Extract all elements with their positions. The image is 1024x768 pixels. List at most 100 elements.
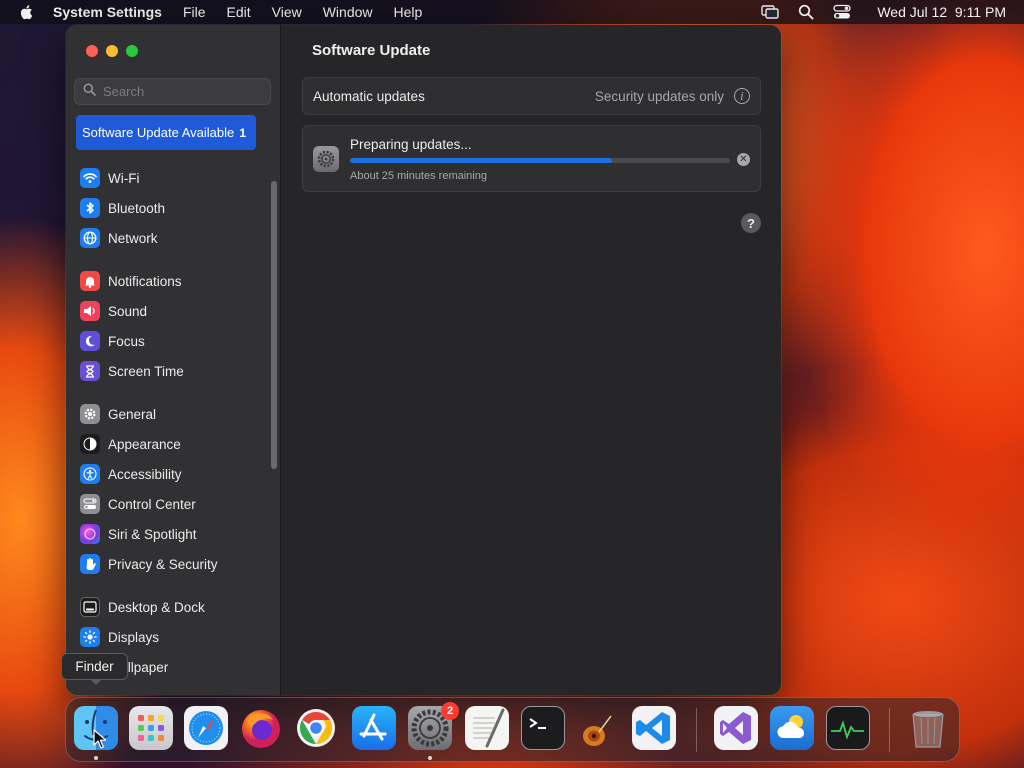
sidebar-item-general[interactable]: General <box>80 402 156 426</box>
apple-logo-icon[interactable] <box>18 3 36 21</box>
close-window-button[interactable] <box>86 45 98 57</box>
sidebar: Software Update Available 1 Wi-Fi Blueto… <box>66 25 281 695</box>
system-settings-gear-icon <box>313 146 339 172</box>
sidebar-item-label: Displays <box>108 629 160 645</box>
running-indicator <box>428 756 432 760</box>
sidebar-item-label: Wi-Fi <box>108 170 140 186</box>
moon-icon <box>80 331 100 351</box>
sidebar-item-notifications[interactable]: Notifications <box>80 269 182 293</box>
sidebar-item-label: General <box>108 406 157 422</box>
globe-icon <box>80 228 100 248</box>
sidebar-item-network[interactable]: Network <box>80 226 158 250</box>
hourglass-icon <box>80 361 100 381</box>
menu-clock[interactable]: Wed Jul 12 9:11 PM <box>877 4 1006 20</box>
control-center-icon[interactable] <box>833 4 851 20</box>
automatic-updates-value: Security updates only <box>594 88 724 104</box>
sidebar-item-label: Privacy & Security <box>108 556 218 572</box>
sidebar-item-label: Focus <box>108 333 145 349</box>
menu-window[interactable]: Window <box>323 4 373 20</box>
sidebar-item-label: Siri & Spotlight <box>108 526 197 542</box>
page-title: Software Update <box>312 42 431 59</box>
search-input[interactable] <box>103 84 263 99</box>
sidebar-item-control-center[interactable]: Control Center <box>80 492 196 516</box>
progress-fill <box>350 158 613 163</box>
sidebar-item-label: Software Update Available <box>82 124 235 140</box>
sidebar-item-label: Bluetooth <box>108 200 166 216</box>
activity-monitor-icon[interactable] <box>826 706 870 750</box>
garageband-icon[interactable] <box>577 706 621 750</box>
launchpad-icon[interactable] <box>129 706 173 750</box>
screen-mirroring-icon[interactable] <box>761 4 780 20</box>
search-icon <box>83 83 96 101</box>
visual-studio-icon[interactable] <box>714 706 758 750</box>
sidebar-item-label: Notifications <box>108 273 182 289</box>
system-settings-window: Software Update Available 1 Wi-Fi Blueto… <box>66 25 781 695</box>
control-center-icon <box>80 494 100 514</box>
siri-icon <box>80 524 100 544</box>
progress-title: Preparing updates... <box>350 137 472 152</box>
trash-icon[interactable] <box>906 706 950 750</box>
wifi-icon <box>80 168 100 188</box>
menu-bar: System Settings File Edit View Window He… <box>0 0 1024 24</box>
textedit-icon[interactable] <box>465 706 509 750</box>
update-progress-card: Preparing updates... About 25 minutes re… <box>302 125 761 192</box>
update-progress-bar <box>350 158 730 163</box>
automatic-updates-row: Automatic updates Security updates only … <box>302 77 761 115</box>
bluetooth-icon <box>80 198 100 218</box>
spotlight-search-icon[interactable] <box>797 4 815 20</box>
sidebar-item-desktop-dock[interactable]: Desktop & Dock <box>80 595 205 619</box>
app-store-icon[interactable] <box>352 706 396 750</box>
notification-badge: 2 <box>441 702 459 720</box>
automatic-updates-label: Automatic updates <box>313 88 425 104</box>
chrome-icon[interactable] <box>294 706 338 750</box>
zoom-window-button[interactable] <box>126 45 138 57</box>
sidebar-scrollbar[interactable] <box>271 181 277 469</box>
vscode-icon[interactable] <box>632 706 676 750</box>
sidebar-item-siri-spotlight[interactable]: Siri & Spotlight <box>80 522 197 546</box>
sidebar-item-wifi[interactable]: Wi-Fi <box>80 166 139 190</box>
sidebar-item-bluetooth[interactable]: Bluetooth <box>80 196 165 220</box>
sidebar-item-label: Screen Time <box>108 363 184 379</box>
terminal-icon[interactable] <box>521 706 565 750</box>
menu-edit[interactable]: Edit <box>227 4 251 20</box>
mouse-cursor-icon <box>93 729 107 754</box>
sidebar-item-label: Desktop & Dock <box>108 599 205 615</box>
running-indicator <box>94 756 98 760</box>
accessibility-icon <box>80 464 100 484</box>
sidebar-item-sound[interactable]: Sound <box>80 299 147 323</box>
update-count-badge: 1 <box>239 125 246 140</box>
weather-icon[interactable] <box>770 706 814 750</box>
sidebar-item-focus[interactable]: Focus <box>80 329 145 353</box>
sidebar-item-screen-time[interactable]: Screen Time <box>80 359 184 383</box>
sidebar-item-accessibility[interactable]: Accessibility <box>80 462 182 486</box>
help-button[interactable]: ? <box>741 213 761 233</box>
close-circle-icon[interactable]: ✕ <box>737 153 750 166</box>
info-icon[interactable]: i <box>734 88 750 104</box>
dock-separator <box>696 708 697 752</box>
traffic-lights <box>86 45 138 57</box>
sidebar-item-appearance[interactable]: Appearance <box>80 432 181 456</box>
hand-icon <box>80 554 100 574</box>
search-field[interactable] <box>74 78 271 105</box>
sidebar-item-label: Control Center <box>108 496 196 512</box>
dock-tooltip: Finder <box>61 653 128 685</box>
menu-file[interactable]: File <box>183 4 206 20</box>
menu-view[interactable]: View <box>272 4 302 20</box>
app-menu[interactable]: System Settings <box>53 4 162 20</box>
gear-icon <box>80 404 100 424</box>
sidebar-item-label: Network <box>108 230 158 246</box>
minimize-window-button[interactable] <box>106 45 118 57</box>
firefox-icon[interactable] <box>239 706 283 750</box>
sidebar-item-label: Sound <box>108 303 148 319</box>
sidebar-item-privacy-security[interactable]: Privacy & Security <box>80 552 218 576</box>
sidebar-item-displays[interactable]: Displays <box>80 625 159 649</box>
bell-icon <box>80 271 100 291</box>
dock: 2 <box>65 697 960 762</box>
progress-subtitle: About 25 minutes remaining <box>350 170 487 182</box>
speaker-icon <box>80 301 100 321</box>
safari-icon[interactable] <box>184 706 228 750</box>
menu-help[interactable]: Help <box>394 4 423 20</box>
sidebar-item-software-update[interactable]: Software Update Available 1 <box>76 115 256 150</box>
sidebar-item-label: Accessibility <box>108 466 182 482</box>
sidebar-item-label: Appearance <box>108 436 181 452</box>
